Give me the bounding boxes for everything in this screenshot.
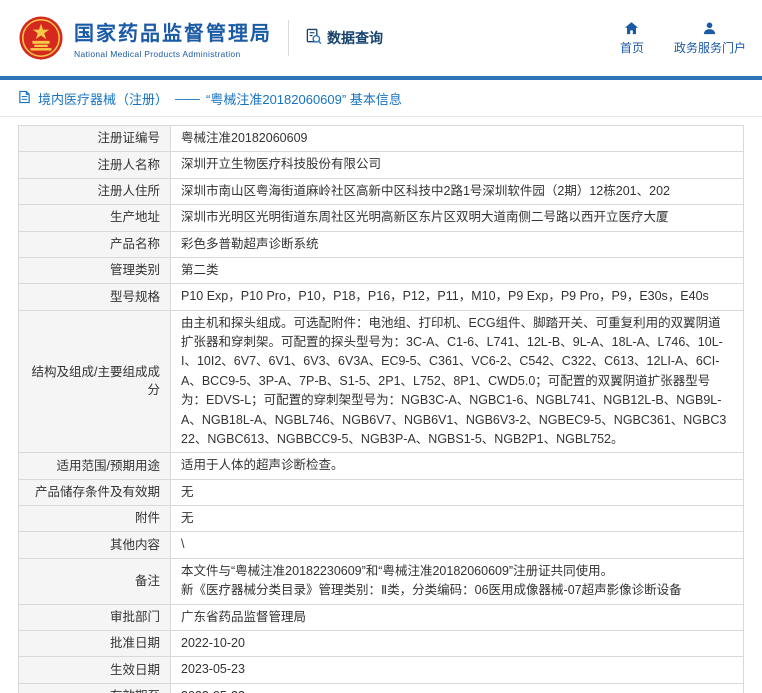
field-value: \ <box>171 532 744 558</box>
field-value: 2023-05-23 <box>171 657 744 683</box>
field-label: 产品名称 <box>19 231 171 257</box>
field-value: 第二类 <box>171 257 744 283</box>
home-icon <box>624 21 639 36</box>
field-value: 深圳市南山区粤海街道麻岭社区高新中区科技中2路1号深圳软件园（2期）12栋201… <box>171 178 744 204</box>
user-icon <box>702 21 717 36</box>
field-label: 管理类别 <box>19 257 171 283</box>
field-value: 由主机和探头组成。可选配附件：电池组、打印机、ECG组件、脚踏开关、可重复利用的… <box>171 310 744 453</box>
agency-name-en: National Medical Products Administration <box>74 49 272 59</box>
field-label: 附件 <box>19 506 171 532</box>
data-query-icon <box>305 28 322 48</box>
table-row: 注册人住所 深圳市南山区粤海街道麻岭社区高新中区科技中2路1号深圳软件园（2期）… <box>19 178 744 204</box>
registration-info-table: 注册证编号 粤械注准20182060609 注册人名称 深圳开立生物医疗科技股份… <box>18 125 744 693</box>
field-label: 其他内容 <box>19 532 171 558</box>
table-row: 产品名称 彩色多普勒超声诊断系统 <box>19 231 744 257</box>
breadcrumb: 境内医疗器械（注册） —— “粤械注准20182060609” 基本信息 <box>0 80 762 117</box>
field-label: 批准日期 <box>19 630 171 656</box>
page: 国家药品监督管理局 National Medical Products Admi… <box>0 0 762 693</box>
breadcrumb-separator: —— <box>175 91 199 106</box>
field-label: 有效期至 <box>19 683 171 693</box>
field-label: 产品储存条件及有效期 <box>19 479 171 505</box>
brand-text: 国家药品监督管理局 National Medical Products Admi… <box>74 17 272 59</box>
table-row: 备注 本文件与“粤械注准20182230609”和“粤械注准2018206060… <box>19 558 744 604</box>
field-value: P10 Exp，P10 Pro，P10，P18，P16，P12，P11，M10，… <box>171 284 744 310</box>
nav-data-query[interactable]: 数据查询 <box>305 28 383 48</box>
field-value: 2023-05-23 <box>171 683 744 693</box>
table-row: 注册证编号 粤械注准20182060609 <box>19 126 744 152</box>
field-value: 本文件与“粤械注准20182230609”和“粤械注准20182060609”注… <box>171 558 744 604</box>
field-label: 生产地址 <box>19 205 171 231</box>
table-row: 批准日期 2022-10-20 <box>19 630 744 656</box>
field-value: 适用于人体的超声诊断检查。 <box>171 453 744 479</box>
table-row: 型号规格 P10 Exp，P10 Pro，P10，P18，P16，P12，P11… <box>19 284 744 310</box>
table-row: 管理类别 第二类 <box>19 257 744 283</box>
data-query-label: 数据查询 <box>327 28 383 48</box>
document-icon <box>18 90 31 107</box>
site-header: 国家药品监督管理局 National Medical Products Admi… <box>0 0 762 76</box>
table-row: 产品储存条件及有效期 无 <box>19 479 744 505</box>
table-row: 结构及组成/主要组成成分 由主机和探头组成。可选配附件：电池组、打印机、ECG组… <box>19 310 744 453</box>
field-value: 彩色多普勒超声诊断系统 <box>171 231 744 257</box>
nav-home[interactable]: 首页 <box>620 21 644 56</box>
table-row: 有效期至 2023-05-23 <box>19 683 744 693</box>
national-emblem-icon <box>18 15 64 61</box>
field-label: 注册证编号 <box>19 126 171 152</box>
field-label: 备注 <box>19 558 171 604</box>
field-label: 注册人住所 <box>19 178 171 204</box>
table-row: 注册人名称 深圳开立生物医疗科技股份有限公司 <box>19 152 744 178</box>
field-value: 2022-10-20 <box>171 630 744 656</box>
nav-portal[interactable]: 政务服务门户 <box>674 21 746 56</box>
breadcrumb-current: “粤械注准20182060609” 基本信息 <box>206 89 402 108</box>
agency-name-cn: 国家药品监督管理局 <box>74 17 272 46</box>
main-content: 注册证编号 粤械注准20182060609 注册人名称 深圳开立生物医疗科技股份… <box>0 117 762 693</box>
field-label: 生效日期 <box>19 657 171 683</box>
field-value: 深圳开立生物医疗科技股份有限公司 <box>171 152 744 178</box>
field-value: 无 <box>171 479 744 505</box>
table-row: 附件 无 <box>19 506 744 532</box>
field-label: 审批部门 <box>19 604 171 630</box>
breadcrumb-category[interactable]: 境内医疗器械（注册） <box>38 89 168 108</box>
table-row: 生产地址 深圳市光明区光明街道东周社区光明高新区东片区双明大道南侧二号路以西开立… <box>19 205 744 231</box>
field-label: 结构及组成/主要组成成分 <box>19 310 171 453</box>
field-label: 注册人名称 <box>19 152 171 178</box>
table-row: 审批部门 广东省药品监督管理局 <box>19 604 744 630</box>
field-label: 型号规格 <box>19 284 171 310</box>
field-value: 深圳市光明区光明街道东周社区光明高新区东片区双明大道南侧二号路以西开立医疗大厦 <box>171 205 744 231</box>
header-divider <box>288 20 289 56</box>
table-row: 生效日期 2023-05-23 <box>19 657 744 683</box>
field-label: 适用范围/预期用途 <box>19 453 171 479</box>
table-row: 适用范围/预期用途 适用于人体的超声诊断检查。 <box>19 453 744 479</box>
field-value: 粤械注准20182060609 <box>171 126 744 152</box>
field-value: 广东省药品监督管理局 <box>171 604 744 630</box>
nav-portal-label: 政务服务门户 <box>674 39 746 56</box>
table-row: 其他内容 \ <box>19 532 744 558</box>
nav-home-label: 首页 <box>620 39 644 56</box>
field-value: 无 <box>171 506 744 532</box>
